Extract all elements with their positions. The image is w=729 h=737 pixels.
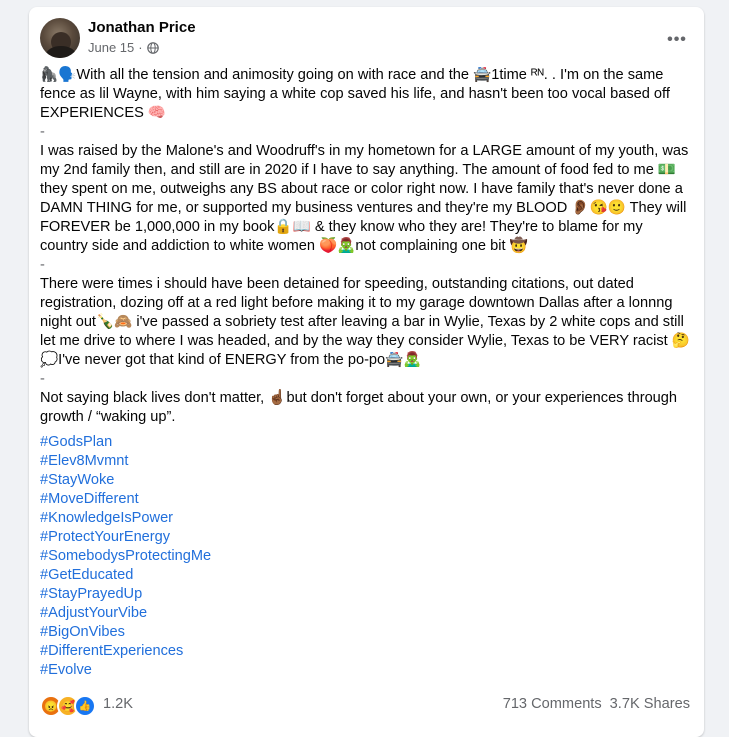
hashtag-link[interactable]: #StayPrayedUp xyxy=(40,585,690,604)
post-paragraph-1: 🦍🗣️With all the tension and animosity go… xyxy=(40,67,670,121)
post-card: Jonathan Price June 15 · ••• 🦍🗣️With all… xyxy=(29,7,704,737)
post-body: 🦍🗣️With all the tension and animosity go… xyxy=(40,66,690,680)
hashtag-link[interactable]: #Evolve xyxy=(40,661,690,680)
post-paragraph-4: Not saying black lives don't matter, ☝🏾b… xyxy=(40,390,678,425)
hashtag-link[interactable]: #MoveDifferent xyxy=(40,490,690,509)
post-footer: 😠 🥰 👍 1.2K 713 Comments 3.7K Shares xyxy=(40,693,690,717)
date-separator: · xyxy=(138,40,143,55)
hashtag-link[interactable]: #StayWoke xyxy=(40,471,690,490)
more-options-icon[interactable]: ••• xyxy=(661,24,693,56)
shares-count[interactable]: 3.7K Shares xyxy=(610,696,690,712)
post-header: Jonathan Price June 15 · ••• xyxy=(40,18,695,68)
author-name[interactable]: Jonathan Price xyxy=(88,19,196,36)
post-meta: June 15 · xyxy=(88,40,159,55)
hashtag-link[interactable]: #GodsPlan xyxy=(40,433,690,452)
hashtag-list: #GodsPlan #Elev8Mvmnt #StayWoke #MoveDif… xyxy=(40,433,690,680)
hashtag-link[interactable]: #GetEducated xyxy=(40,566,690,585)
reaction-icons[interactable]: 😠 🥰 👍 xyxy=(40,695,96,717)
post-separator-2: - xyxy=(40,257,45,273)
engagement-counts: 713 Comments 3.7K Shares xyxy=(503,696,690,712)
globe-icon[interactable] xyxy=(146,41,159,54)
post-paragraph-3: There were times i should have been deta… xyxy=(40,276,690,368)
avatar[interactable] xyxy=(40,18,80,58)
post-paragraph-2: I was raised by the Malone's and Woodruf… xyxy=(40,143,689,254)
hashtag-link[interactable]: #DifferentExperiences xyxy=(40,642,690,661)
post-separator-3: - xyxy=(40,371,45,387)
post-date[interactable]: June 15 xyxy=(88,40,134,55)
like-icon[interactable]: 👍 xyxy=(74,695,96,717)
comments-count[interactable]: 713 Comments xyxy=(503,696,602,712)
hashtag-link[interactable]: #AdjustYourVibe xyxy=(40,604,690,623)
hashtag-link[interactable]: #ProtectYourEnergy xyxy=(40,528,690,547)
reaction-count[interactable]: 1.2K xyxy=(103,696,133,712)
hashtag-link[interactable]: #Elev8Mvmnt xyxy=(40,452,690,471)
hashtag-link[interactable]: #KnowledgeIsPower xyxy=(40,509,690,528)
post-separator-1: - xyxy=(40,124,45,140)
hashtag-link[interactable]: #SomebodysProtectingMe xyxy=(40,547,690,566)
hashtag-link[interactable]: #BigOnVibes xyxy=(40,623,690,642)
